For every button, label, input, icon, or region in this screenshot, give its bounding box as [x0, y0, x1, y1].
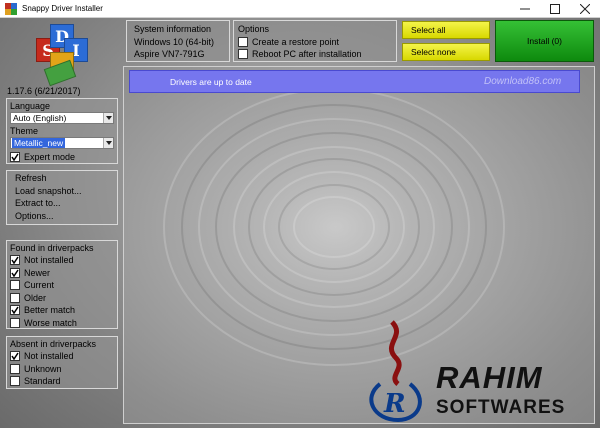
options-panel: Options Create a restore point Reboot PC…: [233, 20, 397, 62]
language-select[interactable]: Auto (English): [10, 112, 114, 124]
found-filter-panel: Found in driverpacks Not installed Newer…: [6, 240, 118, 329]
filter-label: Not installed: [24, 255, 74, 266]
checkbox-checked: [10, 305, 20, 316]
filter-label: Worse match: [24, 317, 77, 328]
chevron-down-icon: [103, 138, 113, 148]
reboot-checkbox[interactable]: Reboot PC after installation: [238, 48, 396, 61]
menu-refresh[interactable]: Refresh: [7, 172, 117, 185]
filter-label: Unknown: [24, 363, 62, 374]
maximize-icon: [550, 3, 560, 14]
menu-load-snapshot[interactable]: Load snapshot...: [7, 185, 117, 198]
window-title: Snappy Driver Installer: [22, 4, 103, 13]
absent-heading: Absent in driverpacks: [10, 339, 97, 349]
filter-label: Not installed: [24, 351, 74, 362]
checkbox-checked: [10, 351, 20, 362]
watermark-main-text: RAHIM: [436, 360, 543, 395]
watermark-r-icon: R: [369, 320, 422, 423]
theme-label: Theme: [10, 126, 39, 136]
filter-label: Newer: [24, 267, 51, 278]
app-logo: S D I: [26, 24, 98, 88]
filter-found-older[interactable]: Older: [7, 292, 117, 305]
checkbox-unchecked: [10, 317, 20, 328]
checkbox-checked: [10, 152, 20, 163]
close-icon: [580, 3, 590, 14]
checkbox-unchecked: [10, 280, 20, 291]
filter-found-not-installed[interactable]: Not installed: [7, 254, 117, 267]
theme-select[interactable]: Metallic_new: [10, 137, 114, 149]
watermark-small: Download86.com: [484, 76, 562, 87]
language-label: Language: [10, 101, 51, 111]
filter-found-current[interactable]: Current: [7, 279, 117, 292]
minimize-button[interactable]: [510, 0, 540, 18]
checkbox-unchecked: [10, 376, 20, 387]
options-heading: Options: [238, 24, 270, 35]
theme-value: Metallic_new: [12, 138, 66, 148]
language-value: Auto (English): [13, 113, 67, 123]
checkbox-unchecked: [238, 36, 248, 47]
os-name: Windows 10 (64-bit): [134, 36, 215, 47]
menu-options[interactable]: Options...: [7, 210, 117, 223]
menu-extract-to[interactable]: Extract to...: [7, 197, 117, 210]
system-info-panel: System information Windows 10 (64-bit) A…: [126, 20, 230, 62]
filter-absent-not-installed[interactable]: Not installed: [7, 350, 117, 363]
restore-point-checkbox[interactable]: Create a restore point: [238, 36, 396, 49]
absent-filter-panel: Absent in driverpacks Not installed Unkn…: [6, 336, 118, 389]
filter-label: Better match: [24, 305, 76, 316]
machine-name: Aspire VN7-791G: [134, 49, 205, 60]
expert-mode-label: Expert mode: [24, 152, 76, 163]
actions-menu: Refresh Load snapshot... Extract to... O…: [6, 170, 118, 225]
filter-found-newer[interactable]: Newer: [7, 267, 117, 280]
select-none-button[interactable]: Select none: [402, 43, 490, 61]
watermark-sub-text: SOFTWARES: [436, 397, 566, 418]
filter-absent-unknown[interactable]: Unknown: [7, 363, 117, 376]
checkbox-unchecked: [10, 292, 20, 303]
app-icon: [5, 2, 17, 15]
close-button[interactable]: [570, 0, 600, 18]
filter-label: Current: [24, 280, 55, 291]
filter-label: Older: [24, 292, 47, 303]
checkbox-unchecked: [10, 363, 20, 374]
select-all-button[interactable]: Select all: [402, 21, 490, 39]
title-bar: Snappy Driver Installer: [0, 0, 600, 18]
chevron-down-icon: [103, 113, 113, 123]
filter-label: Standard: [24, 376, 61, 387]
system-info-heading: System information: [134, 24, 212, 35]
watermark-r-letter: R: [383, 389, 406, 419]
watermark-logo: R RAHIM SOFTWARES: [362, 318, 598, 424]
filter-absent-standard[interactable]: Standard: [7, 375, 117, 388]
settings-panel: Language Auto (English) Theme Metallic_n…: [6, 98, 118, 164]
expert-mode-checkbox[interactable]: Expert mode: [7, 151, 117, 164]
checkbox-unchecked: [238, 49, 248, 60]
install-button[interactable]: Install (0): [495, 20, 594, 62]
found-heading: Found in driverpacks: [10, 243, 94, 253]
checkbox-checked: [10, 255, 20, 266]
logo-card-icon: [43, 59, 77, 87]
filter-found-worse-match[interactable]: Worse match: [7, 317, 117, 330]
minimize-icon: [520, 8, 530, 9]
checkbox-checked: [10, 267, 20, 278]
filter-found-better-match[interactable]: Better match: [7, 304, 117, 317]
version-label: 1.17.6 (6/21/2017): [7, 86, 81, 96]
reboot-label: Reboot PC after installation: [252, 49, 362, 60]
restore-point-label: Create a restore point: [252, 36, 340, 47]
maximize-button[interactable]: [540, 0, 570, 18]
